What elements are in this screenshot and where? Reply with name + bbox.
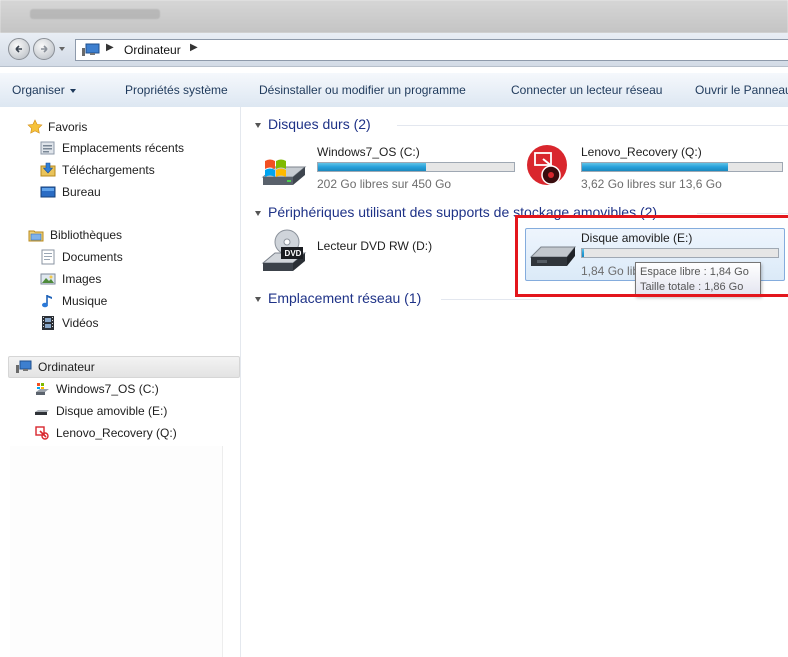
nav-desktop-label: Bureau [62,185,101,199]
nav-drive-e-label: Disque amovible (E:) [56,404,168,418]
collapse-triangle-icon [255,122,261,128]
nav-recent-places-label: Emplacements récents [62,141,185,155]
libraries-icon [28,230,44,242]
music-icon [42,295,52,308]
organize-label: Organiser [12,83,65,97]
drive-d-tile[interactable]: DVD Lecteur DVD RW (D:) [261,229,491,279]
group-network-label: Emplacement réseau (1) [268,290,422,306]
system-drive-icon [261,159,307,185]
caret-down-icon [69,88,76,93]
recent-places-icon [40,141,55,155]
highlight-annotation-box [515,215,788,297]
nav-ghost-area [10,446,223,657]
nav-drive-q-label: Lenovo_Recovery (Q:) [56,426,177,440]
nav-drive-c-label: Windows7_OS (C:) [56,382,159,396]
drive-q-usage-bar [581,162,783,172]
drive-q-usage-fill [582,163,728,171]
group-divider [397,125,788,126]
drive-c-usage-fill [318,163,426,171]
nav-videos-label: Vidéos [62,316,99,330]
computer-icon [82,43,100,56]
images-icon [40,273,56,285]
videos-icon [42,316,54,330]
removable-drive-icon [35,410,49,415]
nav-documents-label: Documents [62,250,123,264]
group-header-hard-disks[interactable]: Disques durs (2) [255,116,371,132]
nav-downloads-label: Téléchargements [62,163,155,177]
breadcrumb-separator-icon[interactable]: ▶ [106,42,114,53]
breadcrumb-computer[interactable]: Ordinateur [124,43,181,57]
blurred-title [30,9,160,19]
recovery-drive-icon [527,145,567,185]
drive-q-free-space: 3,62 Go libres sur 13,6 Go [581,177,722,191]
nav-favorites-label: Favoris [48,120,88,134]
back-arrow-icon [15,45,22,53]
back-button[interactable] [8,38,30,60]
nav-images-label: Images [62,272,102,286]
command-bar: Organiser Propriétés système Désinstalle… [0,72,788,108]
collapse-triangle-icon [255,296,261,302]
system-properties-button[interactable]: Propriétés système [125,83,228,97]
computer-icon [16,360,32,373]
content-pane: Disques durs (2) Windows7_OS (C:) 202 Go… [241,107,788,657]
star-icon [27,119,43,134]
group-divider [441,299,539,300]
nav-computer-label: Ordinateur [38,360,95,374]
address-bar[interactable]: ▶ Ordinateur ▶ [75,39,788,61]
recent-pages-dropdown-icon[interactable] [59,47,65,51]
drive-c-free-space: 202 Go libres sur 450 Go [317,177,452,191]
dvd-badge-label: DVD [284,249,302,258]
drive-d-name: Lecteur DVD RW (D:) [317,239,433,253]
nav-libraries-label: Bibliothèques [50,228,123,242]
breadcrumb-chevron-icon[interactable]: ▶ [190,42,198,53]
group-hard-disks-label: Disques durs (2) [268,116,371,132]
map-network-drive-button[interactable]: Connecter un lecteur réseau [511,83,662,97]
system-drive-icon [36,383,49,395]
downloads-folder-icon [40,162,56,177]
content-obscured-area [241,307,541,497]
uninstall-program-button[interactable]: Désinstaller ou modifier un programme [259,83,466,97]
drive-q-tile[interactable]: Lenovo_Recovery (Q:) 3,62 Go libres sur … [525,143,785,193]
drive-q-name: Lenovo_Recovery (Q:) [581,145,702,159]
nav-music-label: Musique [62,294,108,308]
forward-arrow-icon [41,45,48,53]
drive-c-name: Windows7_OS (C:) [317,145,420,159]
group-header-network[interactable]: Emplacement réseau (1) [255,290,421,306]
drive-c-usage-bar [317,162,515,172]
recovery-drive-icon [35,426,49,440]
drive-c-tile[interactable]: Windows7_OS (C:) 202 Go libres sur 450 G… [261,143,515,193]
collapse-triangle-icon [255,210,261,216]
desktop-icon [40,186,56,198]
window-title-bar [0,0,788,33]
documents-icon [41,249,55,265]
forward-button[interactable] [33,38,55,60]
address-row: ▶ Ordinateur ▶ [0,33,788,67]
organize-menu-button[interactable]: Organiser [12,83,76,97]
group-divider [697,213,788,214]
open-control-panel-button[interactable]: Ouvrir le Panneau [695,83,788,97]
